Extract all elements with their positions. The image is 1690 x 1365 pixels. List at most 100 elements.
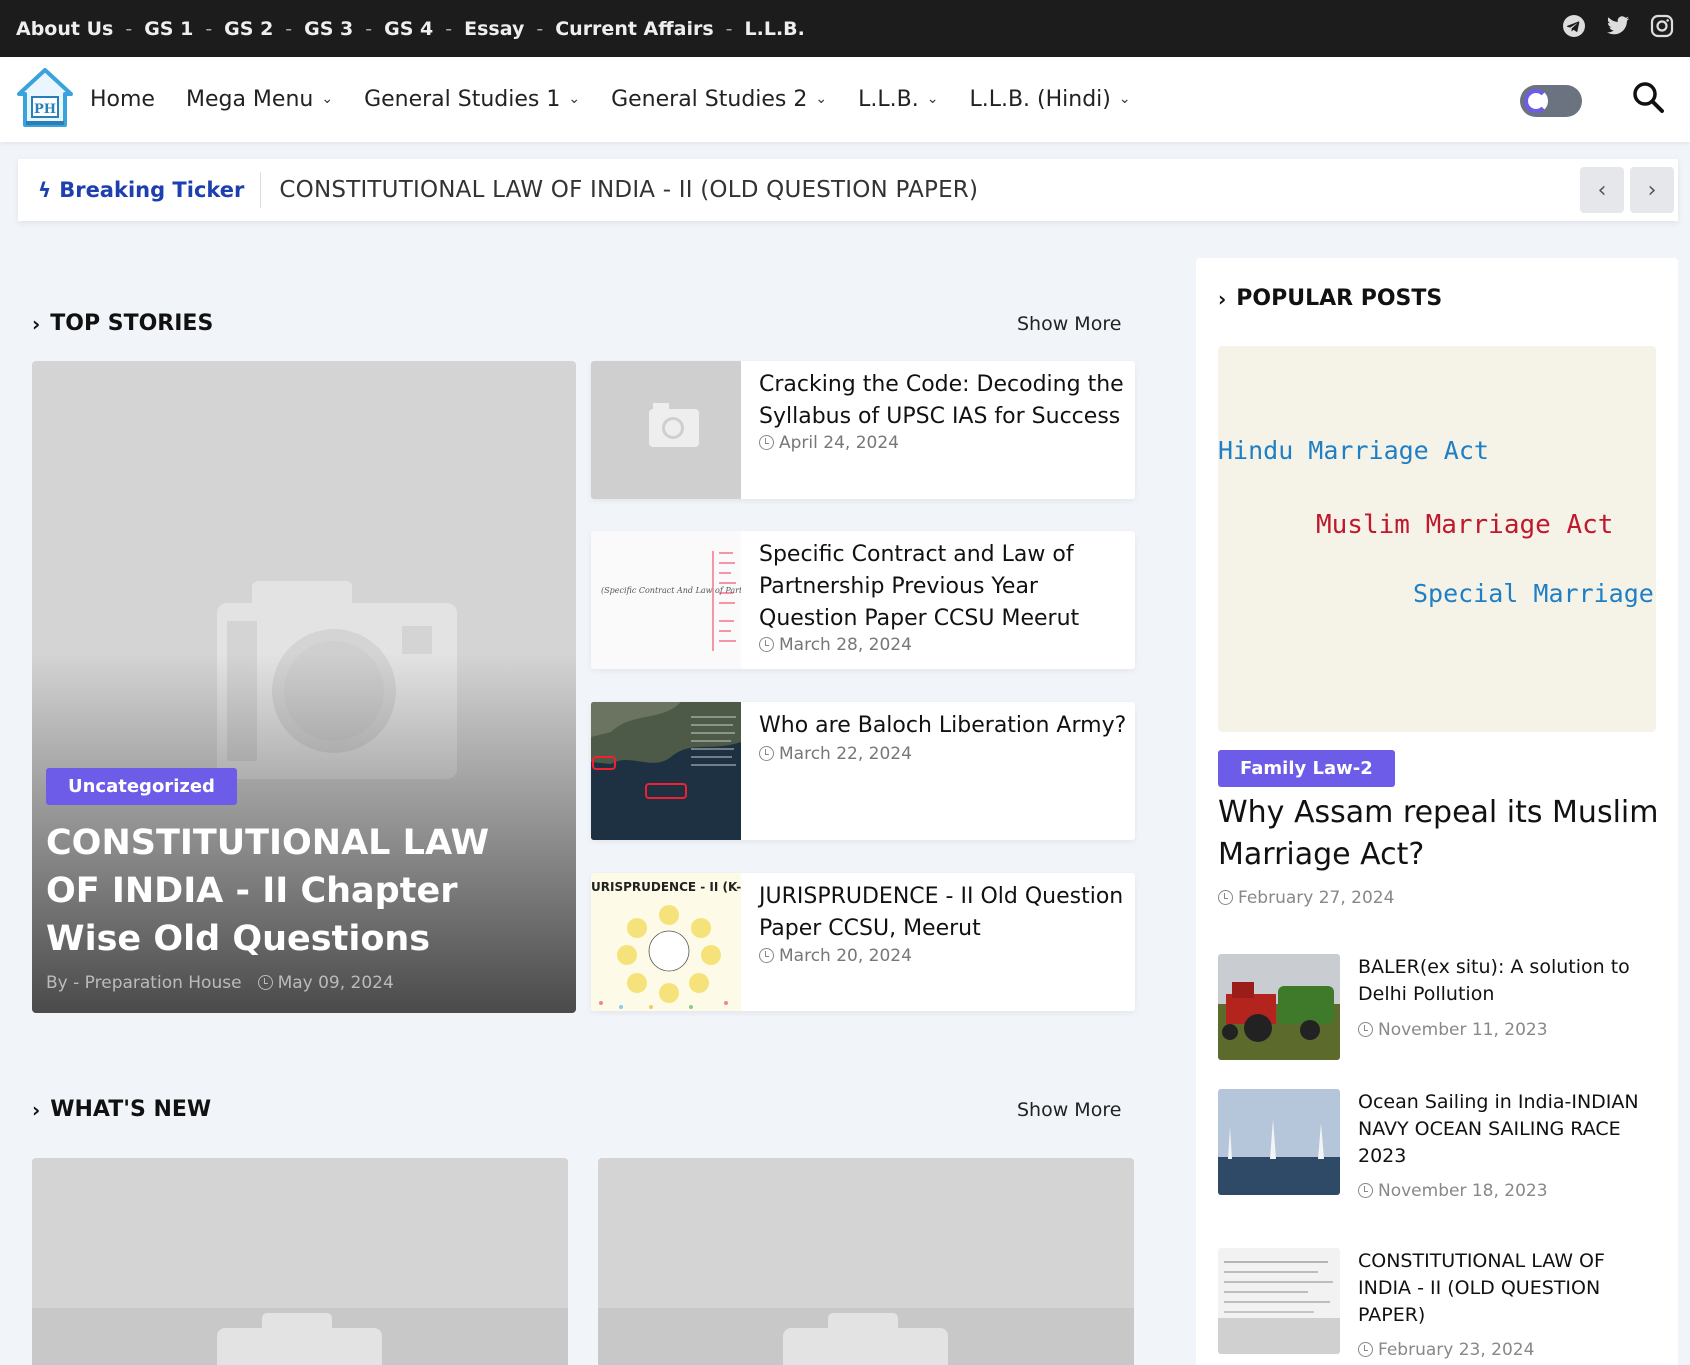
top-link-gs4[interactable]: GS 4: [384, 18, 433, 40]
post-title[interactable]: Ocean Sailing in India-INDIAN NAVY OCEAN…: [1358, 1089, 1658, 1170]
whats-new-card[interactable]: [32, 1158, 568, 1365]
featured-date: May 09, 2024: [277, 973, 394, 993]
paper-thumbnail: [1218, 1248, 1340, 1354]
nav-item-llb-hindi[interactable]: L.L.B. (Hindi) ⌄: [969, 87, 1130, 112]
story-title[interactable]: Who are Baloch Liberation Army?: [759, 710, 1129, 742]
nav-item-llb[interactable]: L.L.B. ⌄: [858, 87, 938, 112]
story-date: March 22, 2024: [779, 744, 912, 764]
top-link-gs1[interactable]: GS 1: [144, 18, 193, 40]
nav-item-general-studies-2[interactable]: General Studies 2 ⌄: [611, 87, 827, 112]
site-logo[interactable]: PH: [16, 67, 74, 129]
separator: -: [445, 17, 453, 40]
top-stories-show-more[interactable]: Show More: [1017, 313, 1121, 335]
chevron-down-icon: ⌄: [815, 90, 828, 107]
chevron-down-icon: ⌄: [1118, 90, 1131, 107]
popular-post-date: February 27, 2024: [1238, 888, 1395, 908]
map-thumbnail: [591, 702, 741, 840]
nav-item-home[interactable]: Home: [90, 87, 155, 112]
nav-menu: Home Mega Menu ⌄ General Studies 1 ⌄ Gener…: [90, 57, 1131, 142]
popular-list-item[interactable]: CONSTITUTIONAL LAW OF INDIA - II (OLD QU…: [1218, 1248, 1668, 1360]
ticker-next-button[interactable]: ›: [1630, 167, 1674, 213]
moon-icon: [1524, 89, 1548, 113]
post-thumbnail: [1218, 1089, 1340, 1195]
social-links: [1562, 14, 1674, 38]
popular-list-item[interactable]: Ocean Sailing in India-INDIAN NAVY OCEAN…: [1218, 1089, 1668, 1201]
separator: -: [536, 17, 544, 40]
logo-text: PH: [34, 102, 56, 117]
clock-icon: [1218, 890, 1233, 905]
image-text-line: Muslim Marriage Act: [1316, 510, 1614, 540]
search-button[interactable]: [1630, 79, 1666, 115]
chevron-down-icon: ⌄: [568, 90, 581, 107]
search-icon: [1633, 82, 1664, 113]
chevron-down-icon: ⌄: [926, 90, 939, 107]
tractor-thumbnail: [1218, 954, 1340, 1060]
nav-item-label: General Studies 2: [611, 87, 808, 112]
top-link-about-us[interactable]: About Us: [16, 18, 113, 40]
twitter-icon[interactable]: [1606, 14, 1630, 38]
top-bar: About Us - GS 1 - GS 2 - GS 3 - GS 4 - E…: [0, 0, 1690, 57]
camera-placeholder-icon: [598, 1308, 1134, 1365]
post-date-wrap: November 18, 2023: [1358, 1181, 1548, 1201]
top-link-llb[interactable]: L.L.B.: [745, 18, 805, 40]
story-card[interactable]: Cracking the Code: Decoding the Syllabus…: [591, 361, 1135, 499]
story-card[interactable]: URISPRUDENCE - II (K- JURISPRUDENCE - II…: [591, 873, 1135, 1011]
story-date: March 20, 2024: [779, 946, 912, 966]
top-link-current-affairs[interactable]: Current Affairs: [555, 18, 713, 40]
top-link-gs2[interactable]: GS 2: [224, 18, 273, 40]
story-title[interactable]: JURISPRUDENCE - II Old Question Paper CC…: [759, 881, 1129, 945]
whats-new-card[interactable]: [598, 1158, 1134, 1365]
image-text-line: Special Marriage A: [1413, 579, 1656, 608]
telegram-icon[interactable]: [1562, 14, 1586, 38]
top-link-gs3[interactable]: GS 3: [304, 18, 353, 40]
chevron-down-icon: ⌄: [321, 90, 334, 107]
popular-post-image[interactable]: Hindu Marriage Act Muslim Marriage Act S…: [1218, 346, 1656, 732]
story-date-wrap: March 20, 2024: [759, 946, 912, 966]
instagram-icon[interactable]: [1650, 14, 1674, 38]
whats-new-show-more[interactable]: Show More: [1017, 1099, 1121, 1121]
story-card[interactable]: Who are Baloch Liberation Army? March 22…: [591, 702, 1135, 840]
post-date: November 11, 2023: [1378, 1020, 1548, 1040]
thumb-heading: URISPRUDENCE - II (K-: [591, 880, 741, 894]
dark-mode-toggle[interactable]: [1520, 85, 1582, 117]
story-date-wrap: April 24, 2024: [759, 433, 899, 453]
chevron-right-icon: ›: [1218, 286, 1227, 311]
clock-icon: [759, 746, 774, 761]
nav-item-label: General Studies 1: [364, 87, 561, 112]
ticker-arrows: ‹ ›: [1580, 167, 1674, 213]
clock-icon: [1358, 1342, 1373, 1357]
ticker-label-text: Breaking Ticker: [59, 178, 245, 202]
separator: -: [365, 17, 373, 40]
bolt-icon: ϟ: [38, 178, 52, 202]
category-badge[interactable]: Uncategorized: [46, 768, 237, 805]
image-text-line: Hindu Marriage Act: [1218, 436, 1489, 465]
category-badge[interactable]: Family Law-2: [1218, 750, 1395, 787]
nav-item-general-studies-1[interactable]: General Studies 1 ⌄: [364, 87, 580, 112]
post-date-wrap: November 11, 2023: [1358, 1020, 1548, 1040]
popular-list-item[interactable]: BALER(ex situ): A solution to Delhi Poll…: [1218, 954, 1668, 1064]
story-card[interactable]: (Specific Contract And Law of Partnershi…: [591, 531, 1135, 669]
story-title[interactable]: Cracking the Code: Decoding the Syllabus…: [759, 369, 1129, 433]
ticker-prev-button[interactable]: ‹: [1580, 167, 1624, 213]
post-date-wrap: February 23, 2024: [1358, 1340, 1534, 1360]
separator: -: [725, 17, 733, 40]
nav-item-mega-menu[interactable]: Mega Menu ⌄: [186, 87, 333, 112]
top-link-essay[interactable]: Essay: [464, 18, 524, 40]
ticker-headline[interactable]: CONSTITUTIONAL LAW OF INDIA - II (OLD QU…: [261, 177, 978, 203]
featured-story[interactable]: Uncategorized CONSTITUTIONAL LAW OF INDI…: [32, 361, 576, 1013]
featured-title[interactable]: CONSTITUTIONAL LAW OF INDIA - II Chapter…: [46, 819, 546, 963]
popular-post-date-wrap: February 27, 2024: [1218, 888, 1394, 908]
ticker-label: ϟ Breaking Ticker: [18, 172, 262, 208]
popular-post-title[interactable]: Why Assam repeal its Muslim Marriage Act…: [1218, 792, 1668, 876]
post-title[interactable]: BALER(ex situ): A solution to Delhi Poll…: [1358, 954, 1658, 1008]
post-date: February 23, 2024: [1378, 1340, 1535, 1360]
nav-item-label: Mega Menu: [185, 87, 314, 112]
section-title: WHAT'S NEW: [50, 1097, 212, 1122]
post-title[interactable]: CONSTITUTIONAL LAW OF INDIA - II (OLD QU…: [1358, 1248, 1658, 1329]
camera-placeholder-icon: [32, 1308, 568, 1365]
story-title[interactable]: Specific Contract and Law of Partnership…: [759, 539, 1129, 635]
story-date: March 28, 2024: [779, 635, 912, 655]
chevron-right-icon: ›: [1647, 177, 1657, 203]
featured-author[interactable]: By - Preparation House: [46, 973, 242, 993]
story-thumbnail: (Specific Contract And Law of Partnershi…: [591, 531, 804, 669]
